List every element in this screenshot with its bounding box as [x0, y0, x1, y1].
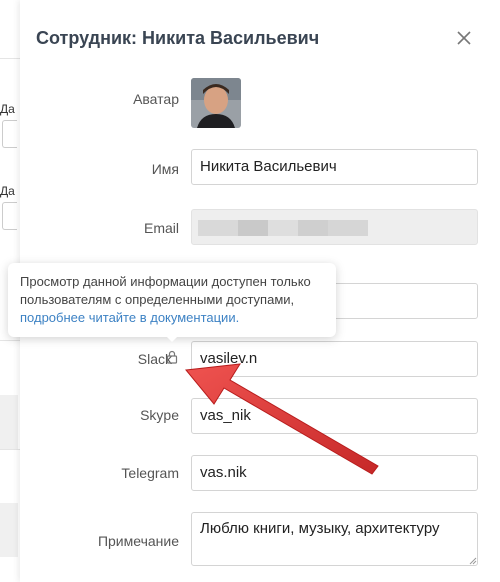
email-input [191, 209, 478, 245]
telegram-input[interactable]: vas.nik [191, 455, 478, 491]
background-label: Да [0, 102, 15, 116]
resize-handle-icon[interactable] [469, 557, 477, 565]
blurred-text [198, 220, 238, 236]
blurred-text [328, 220, 368, 236]
background-date-input[interactable] [2, 202, 17, 230]
tooltip-text: Просмотр данной информации доступен толь… [20, 274, 311, 307]
background-table-row [0, 503, 18, 557]
background-label: Да [0, 184, 15, 198]
close-button[interactable] [454, 28, 474, 48]
access-tooltip: Просмотр данной информации доступен толь… [8, 263, 336, 337]
tooltip-pointer [166, 336, 178, 342]
telegram-label: Telegram [121, 465, 179, 481]
lock-icon[interactable] [166, 350, 178, 364]
close-icon[interactable] [454, 28, 474, 48]
avatar-label: Аватар [133, 91, 179, 107]
background-divider [0, 449, 20, 450]
note-label: Примечание [97, 533, 179, 549]
blurred-text [298, 220, 328, 236]
background-divider [0, 58, 20, 59]
email-label: Email [143, 220, 179, 236]
documentation-link[interactable]: подробнее читайте в документации. [20, 310, 239, 325]
slack-input[interactable]: vasilev.n [191, 341, 478, 377]
note-textarea[interactable]: Люблю книги, музыку, архитектуру [191, 512, 478, 566]
name-input[interactable]: Никита Васильевич [191, 149, 478, 185]
blurred-text [238, 220, 268, 236]
skype-label: Skype [140, 407, 179, 423]
background-table-row [0, 395, 18, 449]
modal-title: Сотрудник: Никита Васильевич [36, 28, 320, 48]
blurred-text [268, 220, 298, 236]
name-label: Имя [151, 161, 179, 177]
background-divider [0, 340, 20, 341]
avatar[interactable] [191, 78, 241, 128]
background-date-input[interactable] [2, 120, 17, 148]
skype-input[interactable]: vas_nik [191, 398, 478, 434]
